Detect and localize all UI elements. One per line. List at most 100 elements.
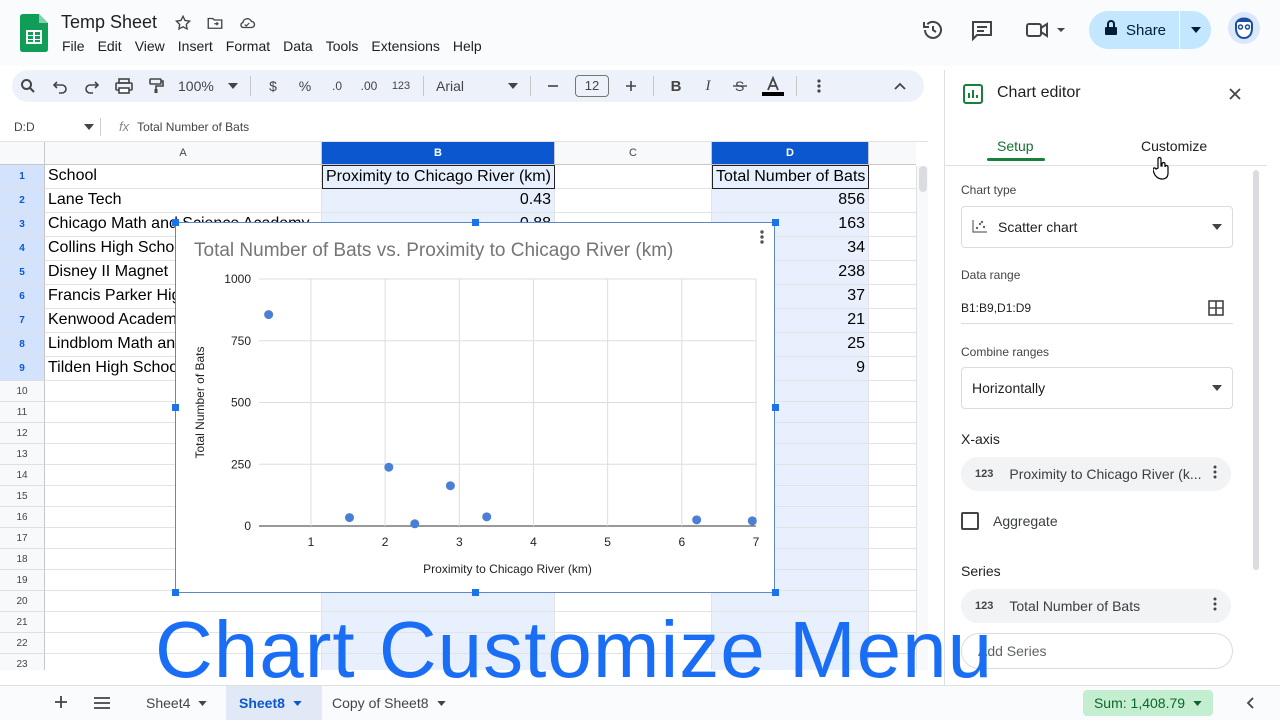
combine-ranges-select[interactable]: Horizontally	[961, 367, 1233, 409]
menu-view[interactable]: View	[135, 37, 165, 55]
column-header-a[interactable]: A	[45, 142, 322, 165]
row-header[interactable]: 13	[0, 444, 45, 465]
cell-e17[interactable]	[869, 528, 916, 549]
row-header[interactable]: 17	[0, 528, 45, 549]
row-header[interactable]: 12	[0, 423, 45, 444]
cell-d1[interactable]: Total Number of Bats	[712, 165, 869, 189]
cell-d2[interactable]: 856	[712, 189, 869, 213]
cell-e10[interactable]	[869, 381, 916, 402]
sum-status[interactable]: Sum: 1,408.79	[1083, 690, 1213, 716]
cell-e19[interactable]	[869, 570, 916, 591]
row-header[interactable]: 2	[0, 189, 45, 213]
increase-decimal-button[interactable]: .00	[355, 72, 383, 100]
cell-e14[interactable]	[869, 465, 916, 486]
menu-format[interactable]: Format	[226, 37, 270, 55]
editor-scrollbar[interactable]	[1253, 170, 1259, 570]
row-header[interactable]: 19	[0, 570, 45, 591]
row-header[interactable]: 3	[0, 213, 45, 237]
menu-data[interactable]: Data	[283, 37, 313, 55]
row-header[interactable]: 7	[0, 309, 45, 333]
paint-format-icon[interactable]	[142, 72, 170, 100]
all-sheets-icon[interactable]	[94, 696, 110, 712]
row-header[interactable]: 9	[0, 357, 45, 381]
column-header-c[interactable]: C	[555, 142, 712, 165]
sheet-tab-copy-of-sheet8[interactable]: Copy of Sheet8	[332, 695, 446, 711]
row-header[interactable]: 22	[0, 633, 45, 654]
cell-e12[interactable]	[869, 423, 916, 444]
text-color-icon[interactable]	[758, 72, 788, 100]
cloud-status-icon[interactable]	[236, 12, 258, 34]
meet-icon[interactable]	[1025, 18, 1069, 42]
resize-handle-br[interactable]	[772, 589, 779, 596]
comments-icon[interactable]	[970, 18, 994, 42]
percent-format-button[interactable]: %	[291, 72, 319, 100]
name-box[interactable]: D:D	[0, 120, 100, 134]
currency-format-button[interactable]: $	[259, 72, 287, 100]
row-header[interactable]: 18	[0, 549, 45, 570]
row-header[interactable]: 10	[0, 381, 45, 402]
increase-font-size-icon[interactable]	[617, 72, 645, 100]
zoom-select[interactable]: 100%	[174, 72, 242, 100]
series-chip[interactable]: 123 Total Number of Bats	[961, 589, 1231, 623]
sheet-tab-sheet8[interactable]: Sheet8	[239, 695, 302, 711]
cell-e2[interactable]	[869, 189, 916, 213]
cell-b1[interactable]: Proximity to Chicago River (km)	[322, 165, 555, 189]
cell-e8[interactable]	[869, 333, 916, 357]
resize-handle-l[interactable]	[172, 404, 179, 411]
resize-handle-tl[interactable]	[172, 219, 179, 226]
select-all-corner[interactable]	[0, 142, 45, 165]
cell-b2[interactable]: 0.43	[322, 189, 555, 213]
redo-icon[interactable]	[78, 72, 106, 100]
cell-e15[interactable]	[869, 486, 916, 507]
cell-e1[interactable]	[869, 165, 916, 189]
cell-e9[interactable]	[869, 357, 916, 381]
column-header-e[interactable]	[869, 142, 916, 165]
cell-e16[interactable]	[869, 507, 916, 528]
tab-setup[interactable]: Setup	[997, 138, 1034, 154]
undo-icon[interactable]	[46, 72, 74, 100]
resize-handle-r[interactable]	[772, 404, 779, 411]
row-header[interactable]: 4	[0, 237, 45, 261]
menu-help[interactable]: Help	[453, 37, 482, 55]
version-history-icon[interactable]	[921, 18, 945, 42]
chart-type-select[interactable]: Scatter chart	[961, 206, 1233, 248]
decrease-decimal-button[interactable]: .0	[323, 72, 351, 100]
row-header[interactable]: 5	[0, 261, 45, 285]
cell-e7[interactable]	[869, 309, 916, 333]
row-header[interactable]: 23	[0, 654, 45, 670]
formula-input[interactable]: Total Number of Bats	[137, 120, 249, 134]
share-button[interactable]: Share	[1089, 11, 1211, 49]
decrease-font-size-icon[interactable]	[539, 72, 567, 100]
row-header[interactable]: 20	[0, 591, 45, 612]
x-axis-chip[interactable]: 123 Proximity to Chicago River (k...	[961, 457, 1231, 491]
collapse-toolbar-icon[interactable]	[886, 72, 914, 100]
resize-handle-tr[interactable]	[772, 219, 779, 226]
menu-tools[interactable]: Tools	[326, 37, 359, 55]
cell-e13[interactable]	[869, 444, 916, 465]
search-menus-icon[interactable]	[14, 72, 42, 100]
sheets-logo-icon[interactable]	[20, 14, 48, 52]
side-panel-toggle-icon[interactable]	[1246, 696, 1254, 712]
row-header[interactable]: 16	[0, 507, 45, 528]
menu-edit[interactable]: Edit	[98, 37, 122, 55]
chart-container[interactable]: Total Number of Bats vs. Proximity to Ch…	[172, 219, 779, 596]
move-folder-icon[interactable]	[204, 12, 226, 34]
vertical-scroll-thumb[interactable]	[919, 166, 927, 192]
menu-file[interactable]: File	[62, 37, 85, 55]
add-sheet-icon[interactable]	[54, 695, 68, 712]
row-header[interactable]: 6	[0, 285, 45, 309]
resize-handle-t[interactable]	[472, 219, 479, 226]
sheet-tab-sheet4[interactable]: Sheet4	[146, 695, 208, 711]
more-formats-button[interactable]: 123	[387, 72, 415, 100]
column-header-b[interactable]: B	[322, 142, 555, 165]
more-options-icon[interactable]	[805, 72, 833, 100]
cell-e3[interactable]	[869, 213, 916, 237]
x-axis-more-icon[interactable]	[1213, 465, 1217, 484]
cell-a1[interactable]: School	[45, 165, 322, 189]
cell-e4[interactable]	[869, 237, 916, 261]
close-icon[interactable]	[1229, 84, 1241, 105]
row-header[interactable]: 14	[0, 465, 45, 486]
add-series-button[interactable]: Add Series	[961, 633, 1233, 669]
column-header-d[interactable]: D	[712, 142, 869, 165]
share-dropdown-icon[interactable]	[1180, 27, 1211, 33]
